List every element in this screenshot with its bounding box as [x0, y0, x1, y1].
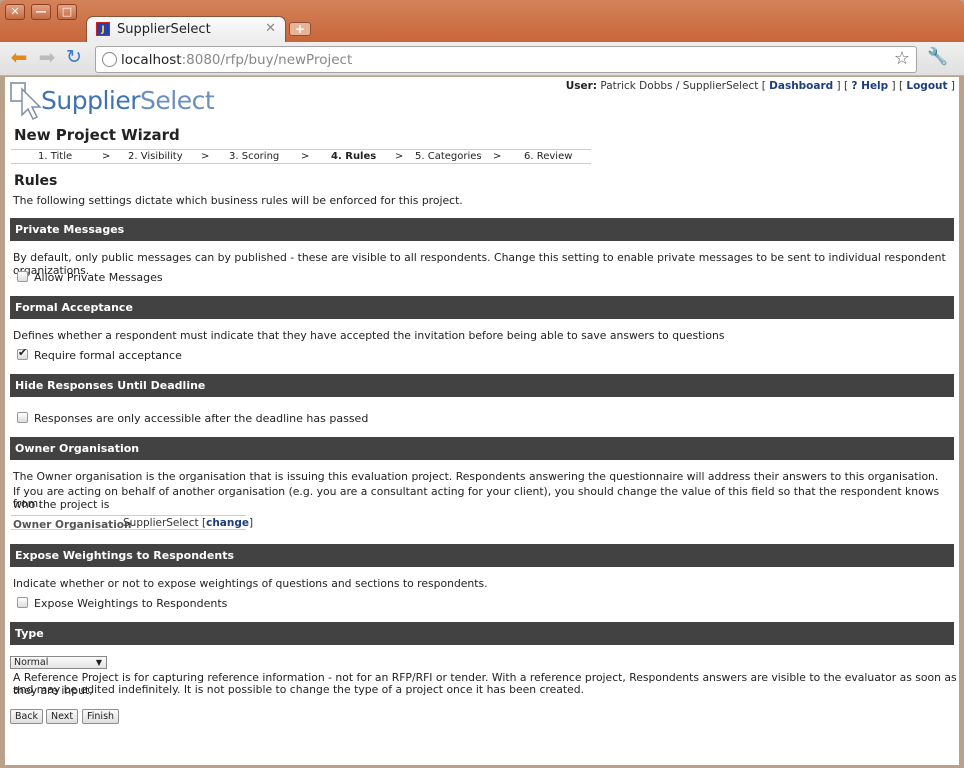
user-label: User:: [565, 80, 597, 92]
rules-intro: The following settings dictate which bus…: [13, 194, 463, 207]
owner-organisation-value: SupplierSelect [change]: [123, 517, 254, 529]
step-separator: >: [395, 151, 404, 162]
allow-private-messages-checkbox[interactable]: [17, 271, 28, 282]
step-separator: >: [102, 151, 111, 162]
step-categories: 5. Categories: [415, 151, 482, 162]
type-desc-2: and may be edited indefinitely. It is no…: [13, 683, 585, 696]
expose-weightings-desc: Indicate whether or not to expose weight…: [13, 577, 488, 590]
bookmark-star-icon[interactable]: ☆: [894, 48, 910, 69]
project-type-select[interactable]: Normal ▼: [10, 656, 107, 669]
step-separator: >: [493, 151, 502, 162]
checkbox-label: Expose Weightings to Respondents: [34, 597, 228, 610]
require-formal-acceptance-row: Require formal acceptance: [17, 346, 182, 362]
checkbox-label: Allow Private Messages: [34, 271, 163, 284]
section-header-owner-organisation: Owner Organisation: [10, 437, 954, 460]
owner-organisation-label: Owner Organisation: [13, 519, 132, 531]
expose-weightings-row: Expose Weightings to Respondents: [17, 597, 227, 610]
dashboard-link[interactable]: Dashboard: [769, 80, 833, 92]
owner-org-desc-2: If you are acting on behalf of another o…: [13, 485, 940, 511]
step-title: 1. Title: [38, 151, 73, 162]
change-owner-link[interactable]: change: [206, 517, 249, 529]
window-titlebar: ✕ — □ J SupplierSelect ✕ +: [0, 0, 964, 42]
expose-weightings-checkbox[interactable]: [17, 597, 28, 608]
step-separator: >: [201, 151, 210, 162]
new-tab-icon[interactable]: +: [289, 22, 311, 36]
section-header-formal-acceptance: Formal Acceptance: [10, 296, 954, 319]
checkbox-label: Require formal acceptance: [34, 349, 182, 362]
require-formal-acceptance-checkbox[interactable]: [17, 346, 28, 360]
finish-button[interactable]: Finish: [82, 709, 120, 724]
address-bar[interactable]: localhost:8080/rfp/buy/newProject ☆: [95, 46, 917, 73]
wizard-steps: 1. Title > 2. Visibility > 3. Scoring > …: [11, 149, 591, 164]
favicon-icon: J: [96, 22, 110, 36]
help-link[interactable]: ? Help: [851, 80, 888, 92]
url-text: localhost:8080/rfp/buy/newProject: [121, 52, 353, 68]
userbar-separator: ] [: [891, 80, 904, 92]
section-header-hide-responses: Hide Responses Until Deadline: [10, 374, 954, 397]
step-visibility: 2. Visibility: [128, 151, 183, 162]
next-button[interactable]: Next: [46, 709, 79, 724]
section-header-private-messages: Private Messages: [10, 218, 954, 241]
close-window-icon[interactable]: ✕: [5, 4, 25, 20]
dropdown-arrow-icon: ▼: [95, 658, 102, 667]
user-bar: User: Patrick Dobbs / SupplierSelect [ D…: [566, 80, 955, 92]
tab-title: SupplierSelect: [117, 22, 211, 37]
step-rules: 4. Rules: [331, 151, 377, 162]
wrench-menu-icon[interactable]: 🔧: [927, 47, 948, 67]
page-info-icon[interactable]: [102, 52, 117, 67]
allow-private-messages-row: Allow Private Messages: [17, 271, 163, 284]
hide-responses-row: Responses are only accessible after the …: [17, 412, 368, 425]
select-value: Normal: [14, 657, 49, 668]
back-arrow-icon[interactable]: ⬅: [8, 47, 30, 69]
section-header-expose-weightings: Expose Weightings to Respondents: [10, 544, 954, 567]
tab-close-icon[interactable]: ✕: [265, 21, 276, 36]
userbar-separator: ] [: [836, 80, 849, 92]
back-button[interactable]: Back: [10, 709, 44, 724]
minimize-window-icon[interactable]: —: [31, 4, 51, 20]
formal-acceptance-desc: Defines whether a respondent must indica…: [13, 329, 725, 342]
owner-org-desc: The Owner organisation is the organisati…: [13, 470, 939, 483]
logout-link[interactable]: Logout: [906, 80, 947, 92]
maximize-window-icon[interactable]: □: [57, 4, 77, 20]
userbar-separator: ]: [950, 80, 955, 92]
reload-icon[interactable]: ↻: [63, 47, 85, 69]
cursor-logo-icon: [10, 82, 42, 121]
logo-wordmark: SupplierSelect: [41, 86, 215, 115]
checkbox-label: Responses are only accessible after the …: [34, 412, 369, 425]
owner-org-desc-2b: from.: [13, 497, 42, 510]
section-header-type: Type: [10, 622, 954, 645]
step-review: 6. Review: [524, 151, 573, 162]
user-name: Patrick Dobbs / SupplierSelect [: [600, 80, 766, 92]
step-scoring: 3. Scoring: [229, 151, 280, 162]
browser-tab[interactable]: J SupplierSelect ✕: [86, 16, 286, 42]
browser-toolbar: ⬅ ➡ ↻ localhost:8080/rfp/buy/newProject …: [0, 42, 964, 76]
step-separator: >: [301, 151, 310, 162]
hide-responses-checkbox[interactable]: [17, 412, 28, 423]
forward-arrow-icon[interactable]: ➡: [36, 47, 58, 69]
owner-organisation-field: Owner Organisation SupplierSelect [chang…: [11, 515, 253, 531]
page-title: New Project Wizard: [14, 126, 180, 144]
rules-heading: Rules: [14, 173, 58, 189]
page-content: SupplierSelect User: Patrick Dobbs / Sup…: [5, 77, 959, 765]
